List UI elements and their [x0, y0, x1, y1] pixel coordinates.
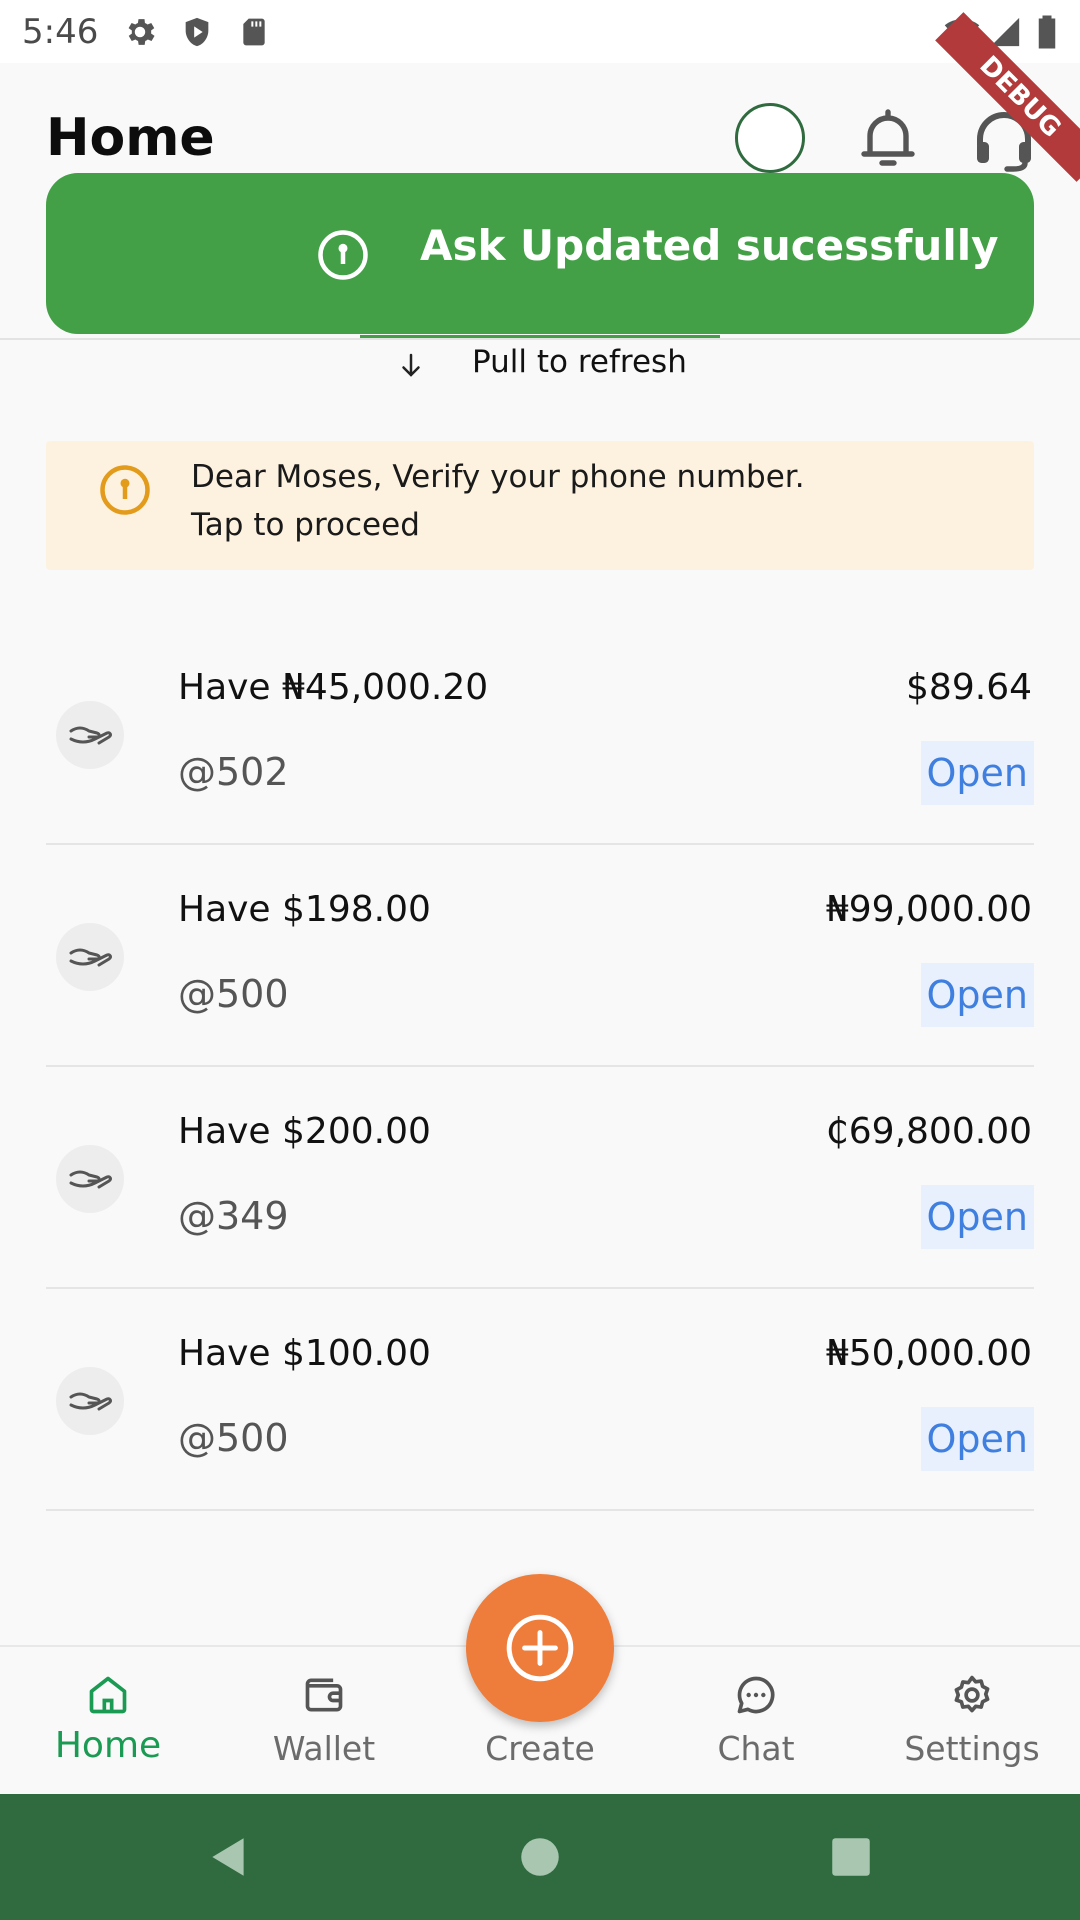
profile-avatar-button[interactable]: [735, 103, 805, 173]
avatar-placeholder: [750, 135, 792, 145]
ask-amount: ₵69,800.00: [825, 1111, 1032, 1152]
hand-offer-icon: [56, 701, 124, 769]
hand-offer-icon: [56, 1367, 124, 1435]
nav-chat[interactable]: Chat: [648, 1647, 864, 1796]
status-bar: 5:46: [0, 0, 1080, 63]
notification-bell-icon[interactable]: [852, 103, 924, 175]
verify-instruction: Tap to proceed: [191, 507, 420, 543]
ask-row[interactable]: Have $100.00 @500 ₦50,000.00 Open: [46, 1289, 1034, 1511]
status-badge: Open: [920, 1407, 1034, 1471]
ask-have: Have $198.00: [178, 889, 431, 930]
nav-create-label: Create: [485, 1729, 595, 1768]
ask-rate: @500: [178, 1416, 289, 1460]
home-circle-icon[interactable]: [515, 1832, 565, 1882]
recents-square-icon[interactable]: [826, 1832, 876, 1882]
sd-card-icon: [243, 18, 265, 46]
verify-phone-banner[interactable]: Dear Moses, Verify your phone number. Ta…: [46, 441, 1034, 570]
status-time: 5:46: [22, 12, 99, 52]
system-navigation-bar: [0, 1794, 1080, 1920]
success-toast[interactable]: Ask Updated sucessfully: [46, 173, 1034, 334]
hand-offer-icon: [56, 1145, 124, 1213]
ask-have: Have ₦45,000.20: [178, 667, 489, 708]
ask-amount: ₦99,000.00: [825, 889, 1032, 930]
gear-icon: [954, 1675, 990, 1713]
ask-have: Have $200.00: [178, 1111, 431, 1152]
plus-circle-icon: [506, 1614, 574, 1682]
verify-message: Dear Moses, Verify your phone number.: [191, 459, 805, 495]
shield-play-icon: [185, 17, 209, 47]
asks-list: Have ₦45,000.20 @502 $89.64 Open Have $1…: [0, 623, 1080, 1511]
nav-wallet[interactable]: Wallet: [216, 1647, 432, 1796]
chat-bubble-icon: [737, 1676, 775, 1714]
back-icon[interactable]: [204, 1832, 254, 1882]
warning-info-icon: [100, 465, 150, 515]
ask-amount: $89.64: [906, 667, 1032, 708]
create-fab-button[interactable]: [466, 1574, 614, 1722]
nav-wallet-label: Wallet: [272, 1729, 376, 1768]
ask-rate: @502: [178, 750, 289, 794]
nav-home[interactable]: Home: [0, 1647, 216, 1796]
nav-chat-label: Chat: [717, 1729, 795, 1768]
refresh-progress-indicator: [360, 335, 720, 338]
page-title: Home: [46, 108, 215, 168]
status-badge: Open: [920, 963, 1034, 1027]
nav-home-label: Home: [54, 1725, 162, 1766]
ask-row[interactable]: Have ₦45,000.20 @502 $89.64 Open: [46, 623, 1034, 845]
nav-settings[interactable]: Settings: [864, 1647, 1080, 1796]
toast-message: Ask Updated sucessfully: [420, 221, 999, 270]
ask-row[interactable]: Have $200.00 @349 ₵69,800.00 Open: [46, 1067, 1034, 1289]
ask-have: Have $100.00: [178, 1333, 431, 1374]
nav-settings-label: Settings: [904, 1729, 1040, 1768]
ask-rate: @349: [178, 1194, 289, 1238]
status-badge: Open: [920, 1185, 1034, 1249]
info-circle-icon: [318, 230, 368, 280]
ask-rate: @500: [178, 972, 289, 1016]
ask-amount: ₦50,000.00: [825, 1333, 1032, 1374]
arrow-down-icon: [402, 353, 420, 377]
wallet-icon: [305, 1678, 343, 1712]
pull-to-refresh[interactable]: Pull to refresh: [0, 344, 1080, 384]
status-badge: Open: [920, 741, 1034, 805]
gear-icon: [128, 19, 155, 45]
pull-to-refresh-label: Pull to refresh: [472, 344, 687, 380]
home-icon: [89, 1676, 127, 1714]
hand-offer-icon: [56, 923, 124, 991]
battery-icon: [1038, 15, 1056, 49]
ask-row[interactable]: Have $198.00 @500 ₦99,000.00 Open: [46, 845, 1034, 1067]
